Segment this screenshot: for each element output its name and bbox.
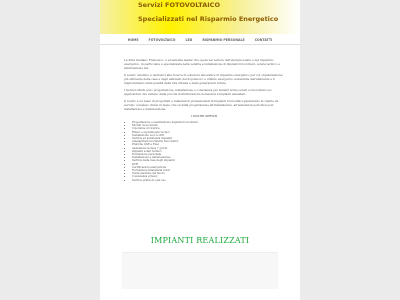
intro-paragraph-3: I Servizi offerti sono progettazione, in… (124, 88, 272, 96)
nav-fotovoltaico[interactable]: FOTOVOLTAICO (149, 38, 176, 42)
services-list: Progettazione e realizzazione impianti f… (124, 121, 284, 182)
intro-paragraph-2: Il nostro obiettivo è dedicarci alla ric… (124, 73, 283, 85)
intro-paragraph-1: La ditta Giuliano Francesco, è un'aziend… (124, 58, 281, 70)
nav-contatti[interactable]: CONTATTI (255, 38, 272, 42)
services-title: I NOSTRI SERVIZI (190, 114, 218, 118)
header-title: Servizi FOTOVOLTAICO (138, 1, 220, 9)
nav-risparmio[interactable]: RISPARMIO PERSONALE (202, 38, 244, 42)
main-nav: HOME FOTOVOLTAICO LED RISPARMIO PERSONAL… (100, 36, 300, 45)
gallery-area (122, 252, 278, 289)
gallery-title: IMPIANTI REALIZZATI (150, 236, 250, 245)
intro-paragraph-4: Il nostro è un team di progettisti e rea… (124, 99, 279, 111)
list-item: Verifica prima di ogni uso (132, 179, 284, 182)
header-subtitle: Specializzati nel Risparmio Energetico (138, 15, 279, 23)
header-banner: Servizi FOTOVOLTAICO Specializzati nel R… (100, 0, 300, 34)
nav-led[interactable]: LED (185, 38, 192, 42)
nav-home[interactable]: HOME (128, 38, 139, 42)
main-content: La ditta Giuliano Francesco, è un'aziend… (124, 58, 284, 182)
page-container: Servizi FOTOVOLTAICO Specializzati nel R… (100, 0, 300, 300)
